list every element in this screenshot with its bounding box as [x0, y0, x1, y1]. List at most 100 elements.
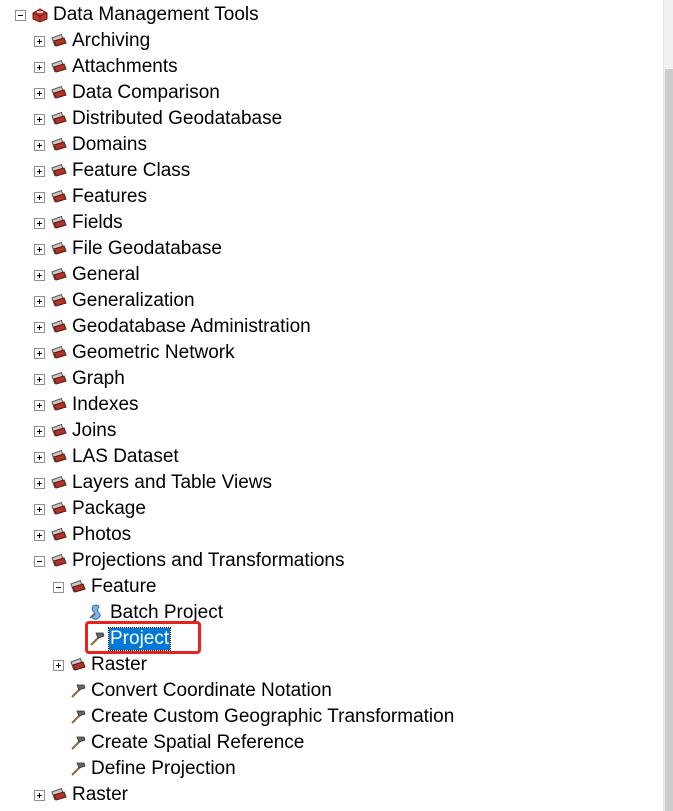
- tree-node-general[interactable]: General: [0, 263, 400, 287]
- toolset-icon: [50, 397, 68, 413]
- tree-node-label: Convert Coordinate Notation: [91, 680, 332, 701]
- tree-node-data-management-tools[interactable]: Data Management Tools: [0, 3, 400, 27]
- toolset-icon: [50, 449, 68, 465]
- tree-node-layers-and-table-views[interactable]: Layers and Table Views: [0, 471, 400, 495]
- tree-node-file-geodatabase[interactable]: File Geodatabase: [0, 237, 400, 261]
- hammer-tool-icon: [88, 631, 106, 647]
- tree-node-data-comparison[interactable]: Data Comparison: [0, 81, 400, 105]
- expand-icon[interactable]: [34, 790, 45, 801]
- expand-icon[interactable]: [34, 114, 45, 125]
- hammer-tool-icon: [69, 683, 87, 699]
- expand-icon[interactable]: [34, 192, 45, 203]
- tree-node-geometric-network[interactable]: Geometric Network: [0, 341, 400, 365]
- expand-icon[interactable]: [34, 166, 45, 177]
- expand-icon[interactable]: [34, 36, 45, 47]
- expand-icon[interactable]: [34, 374, 45, 385]
- toolset-icon: [50, 111, 68, 127]
- tree-node-label: Feature: [91, 576, 157, 597]
- tree-node-generalization[interactable]: Generalization: [0, 289, 400, 313]
- tree-node-label: Layers and Table Views: [72, 472, 272, 493]
- expand-icon[interactable]: [34, 452, 45, 463]
- toolset-icon: [50, 59, 68, 75]
- tree-node-label: Create Custom Geographic Transformation: [91, 706, 455, 727]
- expand-icon[interactable]: [34, 62, 45, 73]
- tree-node-domains[interactable]: Domains: [0, 133, 400, 157]
- expand-icon[interactable]: [34, 296, 45, 307]
- tree-node-create-custom-geographic-transformation[interactable]: Create Custom Geographic Transformation: [0, 705, 500, 729]
- tree-node-joins[interactable]: Joins: [0, 419, 400, 443]
- toolset-icon: [69, 579, 87, 595]
- tree-node-indexes[interactable]: Indexes: [0, 393, 400, 417]
- expand-icon[interactable]: [34, 400, 45, 411]
- expand-icon[interactable]: [34, 322, 45, 333]
- toolset-icon: [50, 137, 68, 153]
- toolbox-icon: [31, 7, 49, 23]
- tree-node-package[interactable]: Package: [0, 497, 400, 521]
- toolset-icon: [50, 553, 68, 569]
- toolset-icon: [50, 319, 68, 335]
- toolset-icon: [50, 527, 68, 543]
- expand-icon[interactable]: [34, 244, 45, 255]
- expand-icon[interactable]: [34, 530, 45, 541]
- tree-node-batch-project[interactable]: Batch Project: [0, 601, 400, 625]
- tree-node-label: Photos: [72, 524, 132, 545]
- expand-icon[interactable]: [34, 348, 45, 359]
- tree-node-geodatabase-administration[interactable]: Geodatabase Administration: [0, 315, 400, 339]
- tree-node-distributed-geodatabase[interactable]: Distributed Geodatabase: [0, 107, 400, 131]
- expand-icon[interactable]: [34, 270, 45, 281]
- expand-icon[interactable]: [34, 478, 45, 489]
- expand-icon[interactable]: [53, 660, 64, 671]
- tree-node-features[interactable]: Features: [0, 185, 400, 209]
- tree-node-label: Data Management Tools: [53, 4, 259, 25]
- hammer-tool-icon: [69, 761, 87, 777]
- toolset-icon: [50, 423, 68, 439]
- tree-node-define-projection[interactable]: Define Projection: [0, 757, 500, 781]
- tree-node-create-spatial-reference[interactable]: Create Spatial Reference: [0, 731, 500, 755]
- tree-node-projections-and-transformations[interactable]: Projections and Transformations: [0, 549, 400, 573]
- tree-node-las-dataset[interactable]: LAS Dataset: [0, 445, 400, 469]
- expand-icon[interactable]: [34, 426, 45, 437]
- vertical-scrollbar[interactable]: [663, 0, 673, 811]
- tree-node-label: Define Projection: [91, 758, 236, 779]
- toolset-icon: [50, 267, 68, 283]
- expand-icon[interactable]: [34, 140, 45, 151]
- tree-node-label: Batch Project: [110, 602, 223, 623]
- tree-node-label: Data Comparison: [72, 82, 220, 103]
- toolset-icon: [50, 293, 68, 309]
- tree-node-graph[interactable]: Graph: [0, 367, 400, 391]
- collapse-icon[interactable]: [34, 556, 45, 567]
- tree-node-label: Geometric Network: [72, 342, 235, 363]
- tree-node-label: Graph: [72, 368, 125, 389]
- expand-icon[interactable]: [34, 504, 45, 515]
- tree-node-label: Package: [72, 498, 146, 519]
- tree-node-label: General: [72, 264, 140, 285]
- collapse-icon[interactable]: [53, 582, 64, 593]
- hammer-tool-icon: [69, 735, 87, 751]
- tree-node-fields[interactable]: Fields: [0, 211, 400, 235]
- tree-node-raster[interactable]: Raster: [0, 653, 400, 677]
- collapse-icon[interactable]: [15, 10, 26, 21]
- toolset-icon: [50, 189, 68, 205]
- tree-node-photos[interactable]: Photos: [0, 523, 400, 547]
- tree-node-label: LAS Dataset: [72, 446, 179, 467]
- tree-node-feature-class[interactable]: Feature Class: [0, 159, 400, 183]
- tree-node-project[interactable]: Project: [0, 627, 400, 651]
- tree-node-feature[interactable]: Feature: [0, 575, 400, 599]
- toolset-icon: [69, 657, 87, 673]
- toolbox-tree: Data Management Tools Archiving Attachmen…: [0, 0, 660, 811]
- tree-node-label: Attachments: [72, 56, 178, 77]
- toolset-icon: [50, 345, 68, 361]
- toolset-icon: [50, 475, 68, 491]
- toolset-icon: [50, 371, 68, 387]
- tree-node-convert-coordinate-notation[interactable]: Convert Coordinate Notation: [0, 679, 500, 703]
- tree-node-label: Distributed Geodatabase: [72, 108, 283, 129]
- tree-node-raster-toolset[interactable]: Raster: [0, 783, 400, 807]
- hammer-tool-icon: [69, 709, 87, 725]
- tree-node-archiving[interactable]: Archiving: [0, 29, 400, 53]
- tree-node-label: Raster: [72, 784, 128, 805]
- tree-node-label: Indexes: [72, 394, 139, 415]
- expand-icon[interactable]: [34, 218, 45, 229]
- tree-node-attachments[interactable]: Attachments: [0, 55, 400, 79]
- expand-icon[interactable]: [34, 88, 45, 99]
- scrollbar-thumb[interactable]: [665, 69, 673, 811]
